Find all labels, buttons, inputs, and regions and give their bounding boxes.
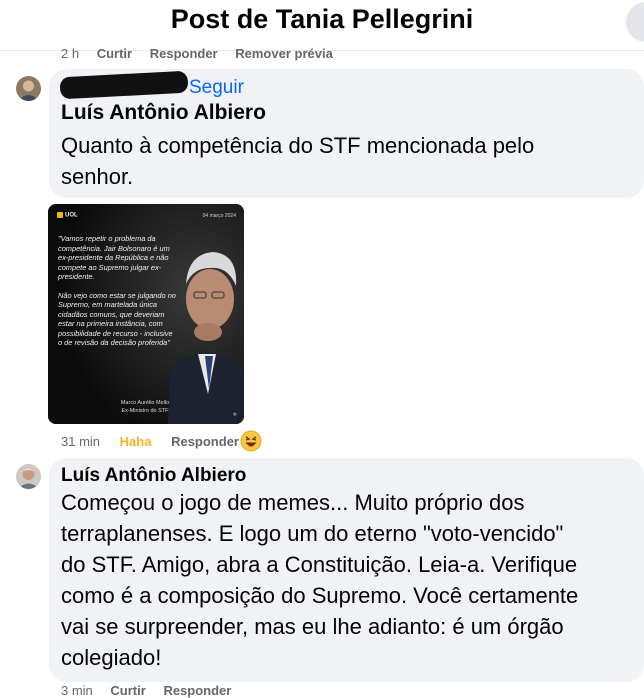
page-title: Post de Tania Pellegrini [170, 4, 474, 34]
comment-text-line: como é a composição do Supremo. Você cer… [61, 583, 579, 608]
reply-button[interactable]: Responder [163, 683, 231, 698]
comment-actions: 3 min Curtir Responder [61, 683, 231, 698]
comment-text-line: vai se surpreender, mas eu lhe adianto: … [61, 614, 564, 639]
comment-author[interactable]: Luís Antônio Albiero [61, 465, 246, 487]
remove-preview-button[interactable]: Remover prévia [235, 46, 333, 61]
quote-paragraph: "Vamos repetir o problema da competência… [58, 234, 170, 281]
follow-link[interactable]: Seguir [189, 77, 244, 99]
reply-button[interactable]: Responder [150, 46, 218, 61]
logo-text: UOL [65, 212, 78, 219]
comment-text-line: Começou o jogo de memes... Muito próprio… [61, 490, 525, 515]
comment-time: 2 h [61, 46, 80, 61]
avatar[interactable] [16, 464, 41, 489]
signature-name: Marco Aurélio Mello [120, 400, 170, 406]
corner-mark: ✲ [232, 412, 237, 418]
signature-role: Ex-Ministro do STF [121, 408, 169, 414]
uol-logo: UOL [57, 212, 78, 219]
meme-quote: "Vamos repetir o problema da competência… [58, 234, 176, 348]
comment-time: 31 min [61, 434, 101, 449]
comment-actions: 31 min Haha Responder [61, 434, 239, 449]
comment-text: Quanto à competência do STF mencionada p… [61, 130, 631, 192]
comment-text: Começou o jogo de memes... Muito próprio… [61, 487, 641, 673]
comment-text-line: do STF. Amigo, abra a Constituição. Leia… [61, 552, 578, 577]
haha-emoji-icon[interactable] [240, 430, 262, 452]
comment-text-line: colegiado! [61, 645, 162, 670]
comment-time: 3 min [61, 683, 93, 698]
comment-text-line: Quanto à competência do STF mencionada p… [61, 133, 535, 158]
meme-signature: Marco Aurélio Mello Ex-Ministro do STF [90, 399, 200, 415]
comment-author[interactable]: Luís Antônio Albiero [61, 101, 266, 125]
like-button[interactable]: Curtir [110, 683, 145, 698]
haha-reaction-button[interactable]: Haha [120, 434, 152, 449]
meme-date: 04 março 2024 [202, 213, 236, 219]
avatar[interactable] [16, 76, 41, 101]
previous-comment-actions: 2 h Curtir Responder Remover prévia [61, 46, 347, 61]
comment-text-line: terraplanenses. E logo um do eterno "vot… [61, 521, 564, 546]
reply-button[interactable]: Responder [171, 434, 239, 449]
quote-paragraph: Não vejo como estar se julgando no Supre… [58, 290, 176, 348]
comment-text-line: senhor. [61, 164, 134, 189]
meme-image[interactable]: UOL 04 março 2024 "Vamos repetir o probl… [48, 204, 244, 424]
post-header: Post de Tania Pellegrini [0, 0, 644, 51]
like-button[interactable]: Curtir [97, 46, 132, 61]
